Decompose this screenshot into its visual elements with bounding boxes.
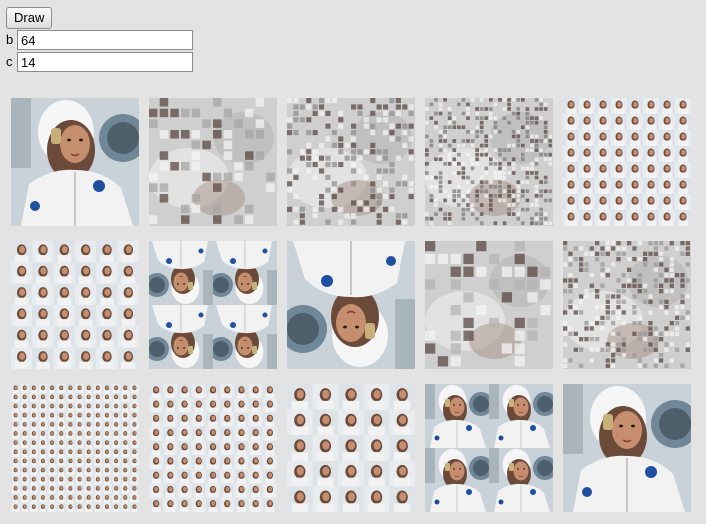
tile-9-image xyxy=(425,241,553,369)
tile-1 xyxy=(11,98,139,226)
tile-7 xyxy=(149,241,277,369)
tile-10-image xyxy=(563,241,691,369)
draw-button[interactable]: Draw xyxy=(6,7,53,29)
tile-5-image xyxy=(563,98,691,226)
tile-13 xyxy=(287,384,415,512)
tile-3-image xyxy=(287,98,415,226)
field-b: b xyxy=(6,29,193,51)
tile-15 xyxy=(563,384,691,512)
tile-12 xyxy=(149,384,277,512)
b-input[interactable] xyxy=(17,30,193,50)
tile-11-image xyxy=(11,384,139,512)
tile-7-image xyxy=(149,241,277,369)
tile-4-image xyxy=(425,98,553,226)
c-input[interactable] xyxy=(17,52,193,72)
tile-11 xyxy=(11,384,139,512)
tile-5 xyxy=(563,98,691,226)
image-grid xyxy=(11,98,691,512)
tile-2 xyxy=(149,98,277,226)
tile-8 xyxy=(287,241,415,369)
tile-6-image xyxy=(11,241,139,369)
field-b-label: b xyxy=(6,32,14,47)
tile-13-image xyxy=(287,384,415,512)
tile-4 xyxy=(425,98,553,226)
tile-2-image xyxy=(149,98,277,226)
tile-6 xyxy=(11,241,139,369)
tile-1-image xyxy=(11,98,139,226)
tile-10 xyxy=(563,241,691,369)
tile-8-image xyxy=(287,241,415,369)
field-c-label: c xyxy=(6,54,13,69)
tile-14 xyxy=(425,384,553,512)
tile-12-image xyxy=(149,384,277,512)
controls-panel: Draw b c xyxy=(6,7,193,73)
tile-14-image xyxy=(425,384,553,512)
tile-9 xyxy=(425,241,553,369)
tile-15-image xyxy=(563,384,691,512)
field-c: c xyxy=(6,51,193,73)
tile-3 xyxy=(287,98,415,226)
